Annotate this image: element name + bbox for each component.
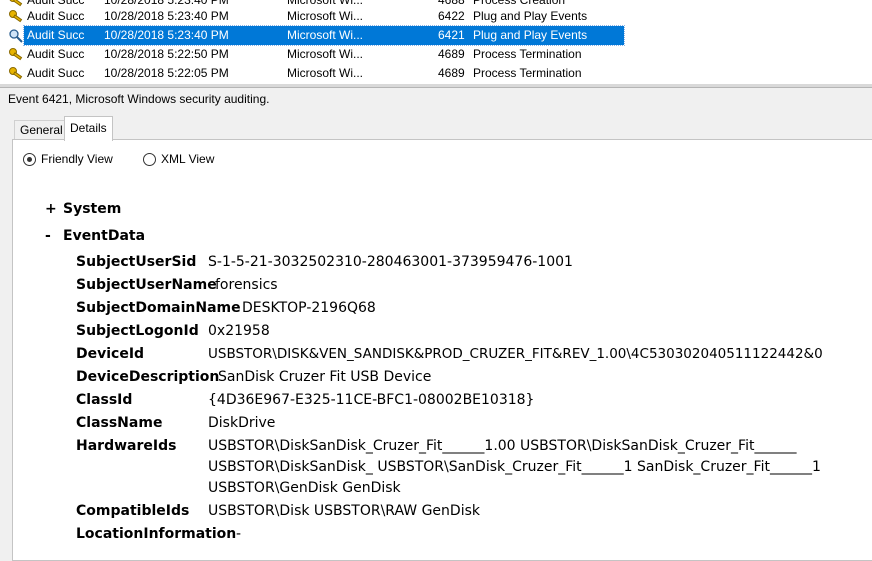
field-value: USBSTOR\Disk USBSTOR\RAW GenDisk (208, 503, 480, 519)
event-source: Microsoft Wi... (287, 28, 364, 42)
key-icon (9, 67, 23, 80)
field-value: forensics (215, 277, 278, 293)
event-task: Process Termination (473, 47, 582, 61)
event-date: 10/28/2018 5:23:40 PM (104, 28, 229, 42)
event-date: 10/28/2018 5:23:40 PM (104, 9, 229, 23)
field-key: SubjectDomainName (76, 300, 241, 316)
event-source: Microsoft Wi... (287, 9, 364, 23)
field-value: 0x21958 (208, 323, 270, 339)
field-key: ClassId (76, 392, 133, 408)
event-level: Audit Succ (27, 9, 85, 23)
field-value: DiskDrive (208, 415, 276, 431)
system-label: System (63, 201, 122, 217)
event-source: Microsoft Wi... (287, 66, 364, 80)
field-key: SubjectUserName (76, 277, 217, 293)
field-key: SubjectLogonId (76, 323, 199, 339)
field-key: HardwareIds (76, 438, 177, 454)
event-level: Audit Succ (27, 28, 85, 42)
key-icon (9, 48, 23, 61)
event-details-header: Event 6421, Microsoft Windows security a… (0, 88, 872, 112)
field-value: DESKTOP-2196Q68 (242, 300, 376, 316)
event-row[interactable]: Audit Succ 10/28/2018 5:23:40 PM Microso… (0, 7, 872, 26)
event-source: Microsoft Wi... (287, 47, 364, 61)
field-value: {4D36E967-E325-11CE-BFC1-08002BE10318} (208, 392, 535, 408)
event-title: Event 6421, Microsoft Windows security a… (8, 92, 270, 106)
event-level: Audit Succ (27, 66, 85, 80)
field-value: S-1-5-21-3032502310-280463001-373959476-… (208, 254, 573, 270)
event-id: 6421 (438, 28, 465, 42)
event-row-selected[interactable]: Audit Succ 10/28/2018 5:23:40 PM Microso… (0, 25, 872, 46)
event-level: Audit Succ (27, 47, 85, 61)
xml-view-label: XML View (161, 152, 215, 166)
event-id: 6422 (438, 9, 465, 23)
field-key: DeviceDescription (76, 369, 220, 385)
field-value: - (236, 526, 242, 542)
field-value-line: USBSTOR\GenDisk GenDisk (208, 480, 401, 496)
key-icon (9, 10, 23, 23)
event-date: 10/28/2018 5:22:50 PM (104, 47, 229, 61)
tab-general[interactable]: General (14, 120, 69, 140)
field-value-line: USBSTOR\DiskSanDisk_ USBSTOR\SanDisk_Cru… (208, 459, 821, 475)
field-key: DeviceId (76, 346, 145, 362)
event-task: Process Termination (473, 66, 582, 80)
event-id: 4689 (438, 47, 465, 61)
radio-selected-icon (23, 153, 36, 166)
event-row[interactable]: Audit Succ 10/28/2018 5:22:05 PM Microso… (0, 64, 872, 83)
field-value: USBSTOR\DISK&VEN_SANDISK&PROD_CRUZER_FIT… (208, 346, 823, 362)
friendly-view-label: Friendly View (41, 152, 113, 166)
event-task: Plug and Play Events (473, 9, 588, 23)
eventdata-label: EventData (63, 228, 146, 244)
radio-unselected-icon (143, 153, 156, 166)
collapse-toggle[interactable]: - (45, 228, 51, 244)
field-key: SubjectUserSid (76, 254, 197, 270)
key-search-icon (9, 29, 23, 43)
event-task: Plug and Play Events (473, 28, 588, 42)
event-list: Audit Succ 10/28/2018 5:23:40 PM Microso… (0, 0, 872, 84)
expand-toggle[interactable]: + (45, 201, 57, 217)
event-id: 4689 (438, 66, 465, 80)
event-row[interactable]: Audit Succ 10/28/2018 5:22:50 PM Microso… (0, 45, 872, 64)
tab-details[interactable]: Details (64, 116, 113, 141)
field-key: ClassName (76, 415, 163, 431)
field-key: CompatibleIds (76, 503, 190, 519)
event-date: 10/28/2018 5:22:05 PM (104, 66, 229, 80)
field-value-line: USBSTOR\DiskSanDisk_Cruzer_Fit______1.00… (208, 438, 797, 454)
field-key: LocationInformation (76, 526, 237, 542)
field-value: SanDisk Cruzer Fit USB Device (218, 369, 432, 385)
